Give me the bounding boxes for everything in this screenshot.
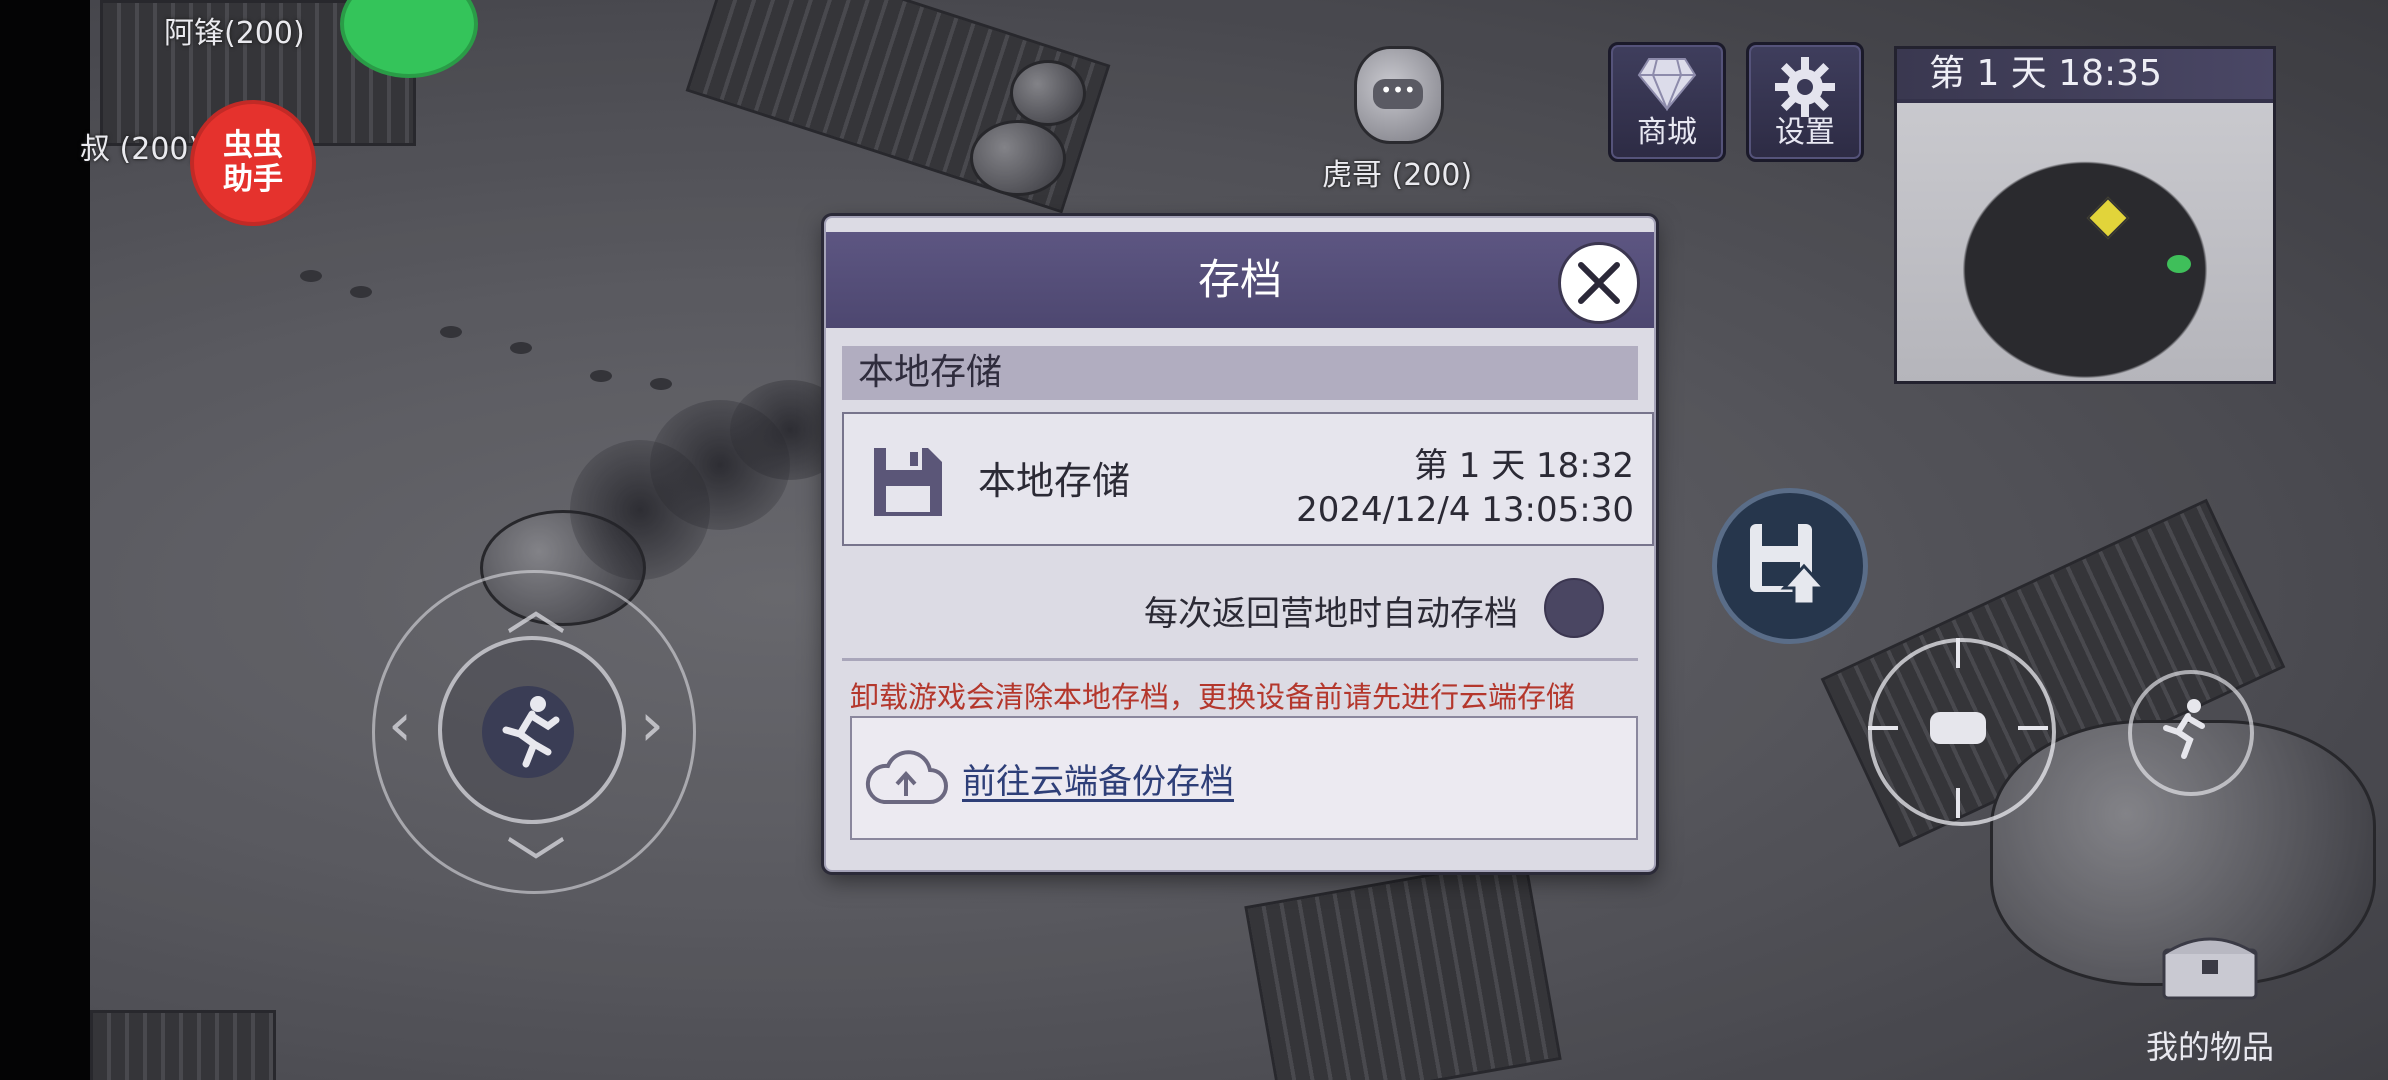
inventory-label: 我的物品 (2145, 1028, 2274, 1066)
settings-label: 设置 (1775, 115, 1835, 150)
speech-bubble-icon: ••• (1373, 79, 1423, 109)
cloud-backup-button[interactable]: 前往云端备份存档 (850, 716, 1638, 840)
footprint (440, 326, 462, 338)
player-marker-icon (2167, 255, 2191, 273)
quest-marker-icon (2086, 196, 2130, 240)
game-screen: 阿锋(200) 叔 (200) 虫虫 助手 ••• 虎哥 (200) 商城 设置… (0, 0, 2388, 1080)
sprint-button[interactable] (2128, 670, 2254, 796)
chest-icon (2162, 937, 2258, 1000)
settings-button[interactable]: 设置 (1746, 42, 1864, 162)
cloud-upload-icon (865, 750, 948, 804)
auto-save-label: 每次返回营地时自动存档 (1144, 594, 1518, 634)
minimap-map (1897, 103, 2273, 381)
tent-bottom (1244, 856, 1562, 1080)
save-slot-name: 本地存储 (978, 459, 1131, 503)
footprint (350, 286, 372, 298)
save-dialog-title: 存档 (1197, 255, 1282, 304)
arrow-left-icon: ‹ (388, 690, 412, 760)
npc-chat-icon[interactable]: ••• (1354, 46, 1444, 144)
running-figure-icon (502, 696, 560, 768)
running-man-icon (482, 686, 574, 778)
footprint (590, 370, 612, 382)
fist-crosshair-icon (1868, 638, 2048, 818)
save-slot-timestamp: 2024/12/4 13:05:30 (1296, 490, 1634, 530)
uninstall-warning: 卸载游戏会清除本地存档，更换设备前请先进行云端存储 (850, 680, 1576, 714)
wooden-fence-bottom-left (90, 1010, 276, 1080)
npc-name-label: 虎哥 (200) (1322, 158, 1473, 193)
npc-name-label: 阿锋(200) (164, 16, 305, 51)
arrow-up-icon: ︿ (506, 574, 566, 644)
footprint (300, 270, 322, 282)
helper-app-badge[interactable]: 虫虫 助手 (190, 100, 316, 226)
close-button[interactable] (1558, 242, 1640, 324)
inventory-button[interactable]: 我的物品 (2110, 937, 2310, 1080)
running-man-icon (2163, 699, 2205, 759)
arrow-down-icon: ﹀ (506, 832, 566, 902)
npc-name-label: 叔 (200) (80, 132, 201, 167)
quick-save-button[interactable] (1712, 488, 1868, 644)
rock (970, 120, 1066, 196)
rock (1010, 60, 1086, 126)
helper-badge-line2: 助手 (223, 162, 283, 197)
save-slot[interactable]: 本地存储 第 1 天 18:32 2024/12/4 13:05:30 (842, 412, 1654, 546)
save-dialog-header: 存档 (826, 232, 1654, 328)
floppy-disk-icon (874, 448, 942, 516)
shop-label: 商城 (1637, 115, 1697, 150)
minimap-day-time: 第 1 天 18:35 (1897, 49, 2273, 99)
local-storage-section-header: 本地存储 (842, 346, 1638, 400)
minimap[interactable]: 第 1 天 18:35 (1894, 46, 2276, 384)
shop-button[interactable]: 商城 (1608, 42, 1726, 162)
arrow-right-icon: › (640, 690, 664, 760)
section-label: 本地存储 (858, 352, 1003, 393)
save-upload-icon (1750, 524, 1828, 606)
diamond-icon (1637, 58, 1697, 111)
close-icon (1578, 262, 1620, 304)
save-dialog: 存档 本地存储 本地存储 第 1 天 18:32 2024/12/4 13:05… (824, 216, 1656, 872)
helper-badge-line1: 虫虫 (223, 128, 283, 163)
auto-save-row: 每次返回营地时自动存档 (842, 578, 1638, 644)
cloud-backup-link[interactable]: 前往云端备份存档 (962, 754, 1234, 803)
attack-button[interactable] (1868, 638, 2056, 826)
divider (842, 658, 1638, 661)
save-slot-day-time: 第 1 天 18:32 (1413, 446, 1634, 486)
footprint (650, 378, 672, 390)
auto-save-toggle[interactable] (1544, 578, 1604, 638)
footprint (510, 342, 532, 354)
